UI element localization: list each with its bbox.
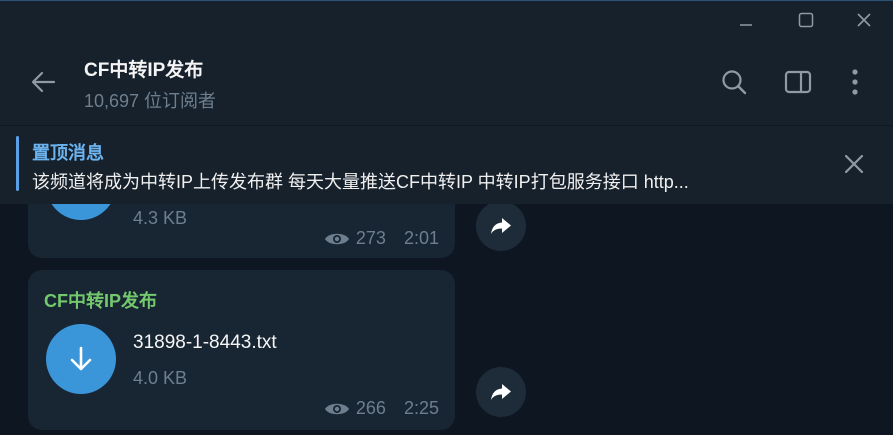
- maximize-icon: [798, 12, 814, 28]
- forward-button[interactable]: [476, 204, 526, 251]
- eye-icon: [324, 403, 349, 414]
- back-button[interactable]: [28, 66, 60, 98]
- forward-icon: [491, 218, 511, 234]
- message-meta: 266 2:25: [324, 398, 439, 419]
- close-icon: [844, 154, 864, 174]
- message-time: 2:01: [403, 228, 439, 248]
- file-size: 4.3 KB: [133, 208, 188, 228]
- search-button[interactable]: [718, 66, 750, 98]
- sender-name[interactable]: CF中转IP发布: [44, 287, 157, 313]
- download-button[interactable]: [46, 204, 116, 220]
- more-button[interactable]: [839, 66, 871, 98]
- minimize-button[interactable]: [735, 9, 757, 31]
- forward-icon: [491, 384, 511, 400]
- message-bubble[interactable]: 4.3 KB 273 2:01: [28, 204, 455, 258]
- eye-icon: [324, 233, 349, 244]
- maximize-button[interactable]: [795, 9, 817, 31]
- pinned-text: 该频道将成为中转IP上传发布群 每天大量推送CF中转IP 中转IP打包服务接口 …: [32, 172, 689, 192]
- view-count: 266: [355, 398, 386, 418]
- subscriber-count: 10,697 位订阅者: [84, 91, 217, 111]
- forward-button[interactable]: [476, 367, 526, 417]
- channel-title[interactable]: CF中转IP发布: [84, 55, 203, 82]
- chat-header: CF中转IP发布 10,697 位订阅者: [0, 38, 893, 126]
- close-window-button[interactable]: [853, 9, 875, 31]
- pinned-title: 置顶消息: [32, 143, 104, 163]
- file-size: 4.0 KB: [133, 368, 188, 388]
- pinned-message-bar[interactable]: 置顶消息 该频道将成为中转IP上传发布群 每天大量推送CF中转IP 中转IP打包…: [0, 126, 893, 204]
- download-button[interactable]: [46, 324, 116, 394]
- more-vertical-icon: [852, 69, 858, 95]
- window-titlebar: [0, 0, 893, 38]
- search-icon: [722, 70, 747, 95]
- message-meta: 273 2:01: [324, 228, 439, 249]
- pinned-indicator: [16, 136, 19, 191]
- sidebar-toggle-icon: [784, 70, 812, 94]
- close-icon: [857, 13, 871, 27]
- download-icon: [70, 346, 92, 371]
- message-list[interactable]: 4.3 KB 273 2:01 CF中转IP发布 31898-1-8443.tx…: [0, 204, 893, 435]
- close-pinned-button[interactable]: [840, 150, 868, 183]
- sidebar-toggle-button[interactable]: [782, 66, 814, 98]
- file-name[interactable]: 31898-1-8443.txt: [133, 332, 277, 354]
- arrow-left-icon: [31, 71, 56, 93]
- view-count: 273: [355, 228, 386, 248]
- message-bubble[interactable]: CF中转IP发布 31898-1-8443.txt 4.0 KB 266 2:2…: [28, 270, 455, 430]
- message-time: 2:25: [403, 398, 439, 418]
- minimize-icon: [740, 24, 752, 26]
